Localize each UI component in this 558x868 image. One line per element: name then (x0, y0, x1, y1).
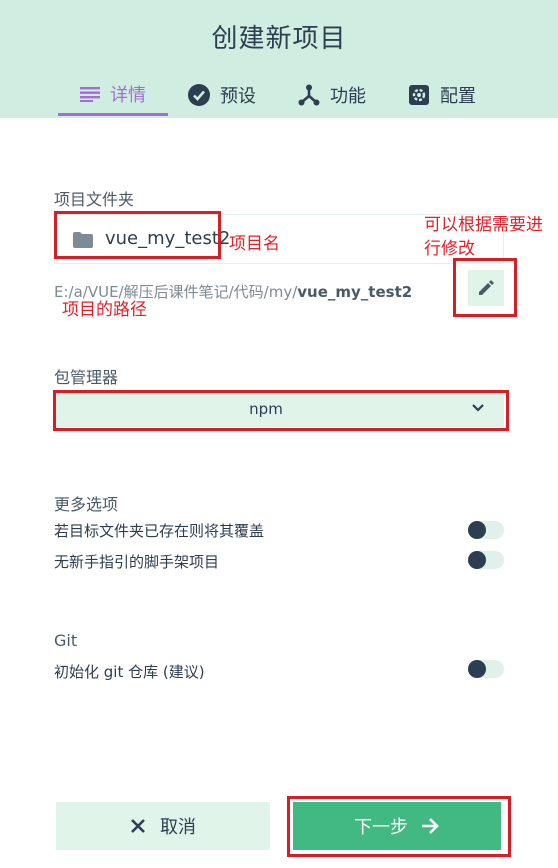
folder-label: 项目文件夹 (54, 190, 135, 209)
no-guide-toggle[interactable] (468, 551, 504, 569)
tab-config[interactable]: 配置 (408, 74, 476, 116)
check-circle-icon (188, 84, 210, 106)
annotation-box-next (287, 796, 511, 857)
tab-presets-label: 预设 (220, 86, 256, 107)
overwrite-toggle[interactable] (468, 521, 504, 539)
tab-config-label: 配置 (440, 86, 476, 107)
cancel-label: 取消 (160, 817, 196, 838)
tab-presets[interactable]: 预设 (188, 74, 256, 116)
annotation-box-select (53, 390, 509, 431)
annotation-project-name: 项目名 (229, 234, 280, 254)
annotation-box-edit (453, 258, 517, 317)
tab-details-label: 详情 (110, 84, 146, 106)
toggle-knob (468, 551, 486, 569)
list-icon (80, 86, 100, 102)
git-label: Git (54, 631, 78, 650)
cancel-button[interactable]: 取消 (56, 802, 270, 850)
header: 创建新项目 详情 预设 功能 配置 (0, 0, 558, 118)
branch-icon (298, 84, 320, 106)
package-manager-label: 包管理器 (54, 368, 119, 387)
overwrite-option-label: 若目标文件夹已存在则将其覆盖 (54, 522, 265, 540)
more-options-label: 更多选项 (54, 495, 119, 514)
annotation-modify-line1: 可以根据需要进 (424, 215, 543, 235)
page-title: 创建新项目 (211, 24, 347, 54)
toggle-knob (468, 521, 486, 539)
git-init-toggle[interactable] (468, 660, 504, 678)
annotation-box-folder (54, 211, 221, 259)
tab-features[interactable]: 功能 (298, 74, 366, 116)
git-init-option-label: 初始化 git 仓库 (建议) (54, 663, 205, 681)
annotation-project-path: 项目的路径 (62, 300, 147, 320)
tab-details[interactable]: 详情 (58, 74, 168, 116)
annotation-modify-line2: 行修改 (424, 239, 475, 259)
toggle-knob (468, 660, 486, 678)
path-name: vue_my_test2 (297, 283, 413, 301)
gear-icon (409, 85, 429, 105)
tab-bar: 详情 预设 功能 配置 (58, 74, 476, 118)
close-icon (131, 819, 145, 833)
no-guide-option-label: 无新手指引的脚手架项目 (54, 553, 220, 571)
tab-features-label: 功能 (330, 86, 366, 107)
